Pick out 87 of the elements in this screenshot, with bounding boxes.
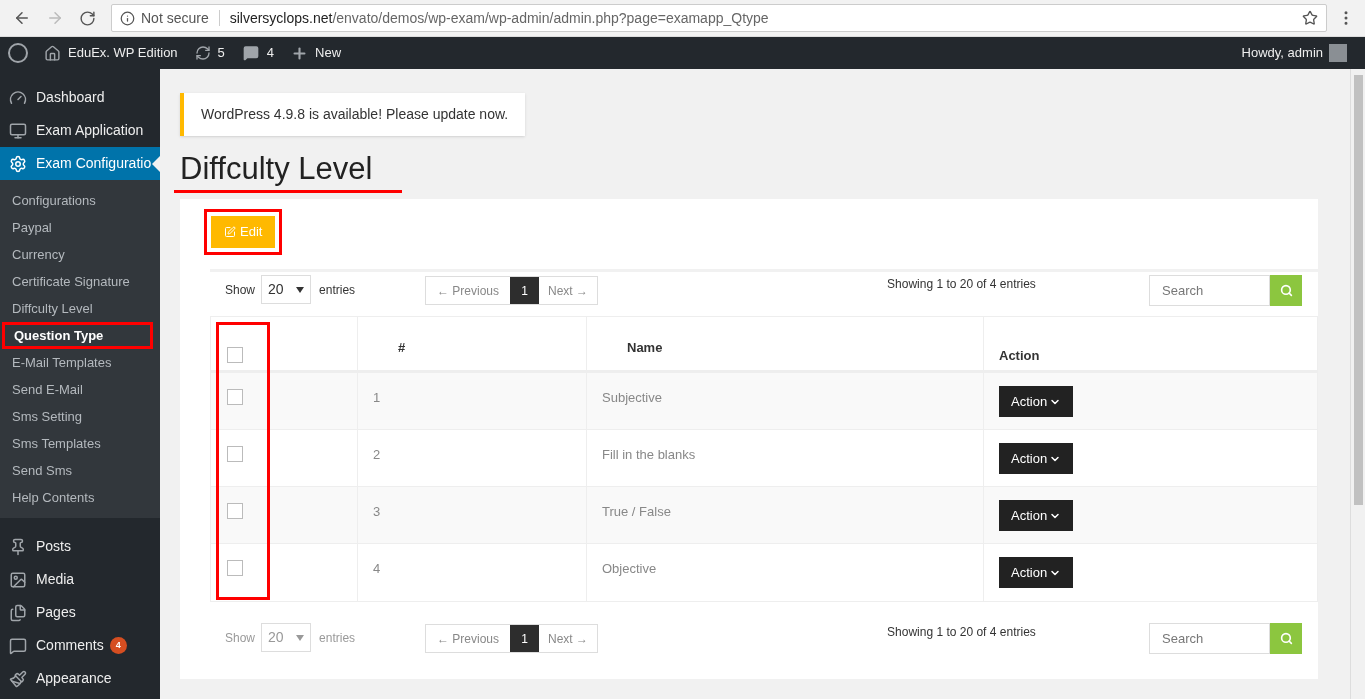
back-icon[interactable] [13, 9, 31, 27]
new-link[interactable]: New [315, 43, 342, 63]
submenu-item[interactable]: Certificate Signature [0, 268, 160, 295]
table-cell: Objective [602, 561, 657, 576]
sidebar-item[interactable]: Posts [0, 530, 160, 563]
submenu-item[interactable]: E-Mail Templates [0, 349, 160, 376]
avatar[interactable] [1329, 44, 1347, 62]
submenu-item[interactable]: Question Type [2, 322, 153, 349]
checkbox[interactable] [227, 560, 243, 576]
sidebar-item[interactable]: Comments 4 [0, 629, 160, 662]
submenu-item[interactable]: Diffculty Level [0, 295, 160, 322]
table-cell: 2 [373, 447, 381, 462]
search-field[interactable]: Search [1149, 275, 1270, 306]
address-bar[interactable]: Not secure silversyclops.net/envato/demos/wp-exam/wp-admin/admin.php?page=examapp_Qtype [111, 4, 1327, 32]
gauge-icon [9, 88, 27, 107]
dropdown-triangle-icon [296, 634, 305, 641]
info-icon [120, 10, 135, 26]
submenu-item[interactable]: Paypal [0, 214, 160, 241]
show-label: Show [225, 281, 256, 299]
page-button[interactable]: 1 [510, 277, 540, 304]
sidebar-item[interactable]: Pages [0, 596, 160, 629]
search-button[interactable] [1270, 623, 1302, 654]
sidebar-item[interactable]: Exam Configuratio [0, 147, 160, 180]
show-label: Show [225, 629, 256, 647]
updates-icon[interactable] [194, 45, 211, 61]
updates-count[interactable]: 5 [217, 43, 225, 63]
security-label: Not secure [141, 8, 209, 28]
checkbox[interactable] [227, 389, 243, 405]
pages-icon [9, 603, 27, 622]
checkbox[interactable] [227, 503, 243, 519]
table-cell: 1 [373, 390, 381, 405]
site-name[interactable]: EduEx. WP Edition [68, 43, 178, 63]
table-cell: True / False [602, 504, 671, 519]
column-header: Name [627, 340, 663, 355]
search-button[interactable] [1270, 275, 1302, 306]
comments-count[interactable]: 4 [266, 43, 275, 63]
sidebar-item[interactable]: Exam Application [0, 114, 160, 147]
entries-label: entries [319, 629, 356, 647]
column-header: Action [999, 348, 1040, 363]
sidebar-item[interactable]: Media [0, 563, 160, 596]
pointer-arrow [152, 155, 160, 172]
action-button[interactable]: Action [999, 443, 1074, 474]
star-icon[interactable] [1302, 10, 1318, 26]
submenu-item[interactable]: Configurations [0, 187, 160, 214]
sidebar-item[interactable]: Dashboard [0, 81, 160, 114]
submenu-item[interactable]: Send Sms [0, 457, 160, 484]
edit-icon [224, 226, 236, 238]
column-header: # [398, 340, 406, 355]
table-cell: Fill in the blanks [602, 447, 696, 462]
entries-info: Showing 1 to 20 of 4 entries [887, 624, 1036, 641]
action-button[interactable]: Action [999, 557, 1074, 588]
entries-label: entries [319, 281, 356, 299]
page-title: Diffculty Level [174, 152, 403, 193]
entries-info: Showing 1 to 20 of 4 entries [887, 276, 1036, 293]
monitor-icon [9, 121, 27, 140]
reload-icon[interactable] [79, 9, 96, 27]
action-button[interactable]: Action [999, 386, 1074, 417]
table-cell: Subjective [602, 390, 662, 405]
greeting[interactable]: Howdy, admin [1241, 43, 1323, 63]
action-button[interactable]: Action [999, 500, 1074, 531]
table-cell: 3 [373, 504, 381, 519]
update-notice: WordPress 4.9.8 is available! Please update now. [180, 93, 526, 136]
speech-bubble-icon [9, 636, 27, 655]
paintbrush-icon [9, 669, 27, 688]
checkbox[interactable] [227, 347, 243, 363]
comments-icon[interactable] [242, 45, 259, 61]
forward-icon[interactable] [46, 9, 64, 27]
entries-select[interactable]: 20 [261, 275, 312, 304]
table-cell: 4 [373, 561, 381, 576]
submenu-item[interactable]: Sms Setting [0, 403, 160, 430]
plus-icon[interactable] [291, 44, 309, 62]
submenu-item[interactable]: Sms Templates [0, 430, 160, 457]
scrollbar-thumb[interactable] [1353, 75, 1363, 505]
gear-icon [9, 154, 27, 173]
home-icon[interactable] [44, 44, 61, 62]
image-icon [9, 570, 27, 589]
submenu-item[interactable]: Help Contents [0, 484, 160, 511]
submenu-item[interactable]: Currency [0, 241, 160, 268]
search-icon [1279, 284, 1293, 297]
checkbox[interactable] [227, 446, 243, 462]
pin-icon [9, 537, 27, 556]
count-badge: 4 [109, 637, 127, 654]
submenu-item[interactable]: Send E-Mail [0, 376, 160, 403]
sidebar-item[interactable]: Appearance [0, 662, 160, 695]
url-text: silversyclops.net/envato/demos/wp-exam/wp-admin/admin.php?page=examapp_Qtype [229, 8, 769, 28]
dropdown-triangle-icon [296, 286, 305, 293]
search-icon [1279, 632, 1293, 645]
